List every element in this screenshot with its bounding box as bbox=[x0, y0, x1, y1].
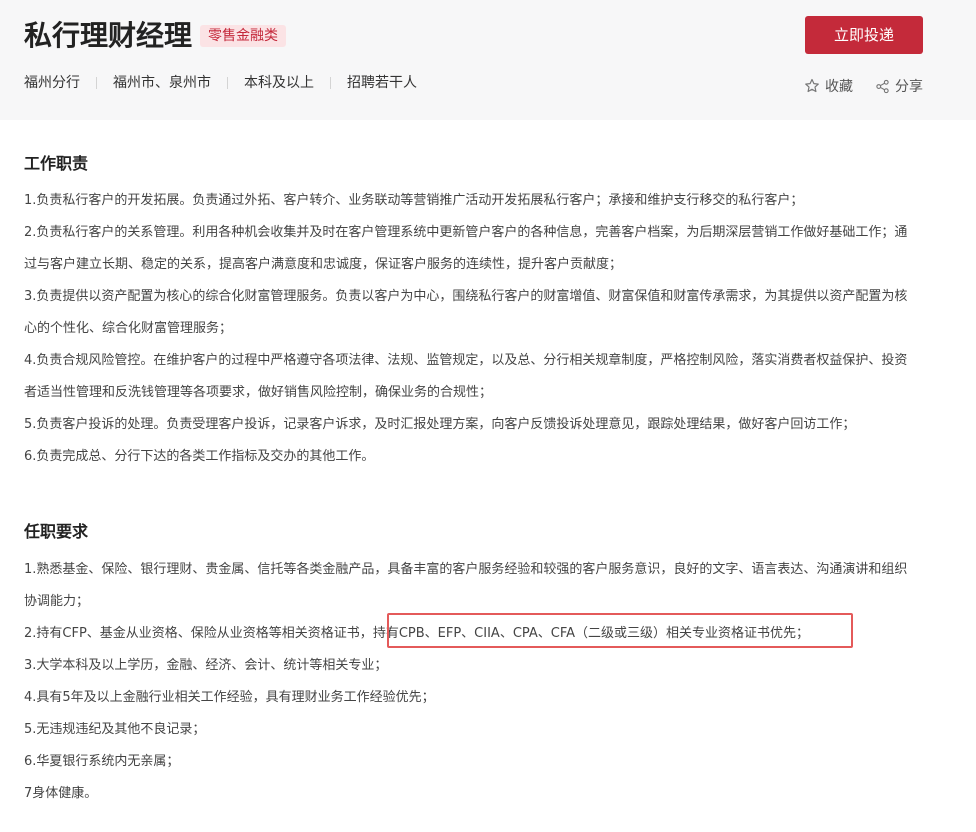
meta-divider bbox=[227, 77, 228, 89]
duty-item: 3.负责提供以资产配置为核心的综合化财富管理服务。负责以客户为中心，围绕私行客户… bbox=[24, 289, 908, 336]
star-icon bbox=[805, 78, 819, 93]
meta-location: 福州市、泉州市 bbox=[113, 75, 211, 91]
meta-divider bbox=[96, 77, 97, 89]
job-header: 私行理财经理 零售金融类 福州分行 福州市、泉州市 本科及以上 招聘若干人 立即… bbox=[0, 0, 976, 120]
requirement-item: 2.持有CFP、基金从业资格、保险从业资格等相关资格证书，持有CPB、EFP、C… bbox=[24, 618, 920, 650]
share-label: 分享 bbox=[895, 79, 923, 95]
meta-divider bbox=[330, 77, 331, 89]
title-row: 私行理财经理 零售金融类 bbox=[24, 18, 287, 54]
duty-item: 1.负责私行客户的开发拓展。负责通过外拓、客户转介、业务联动等营销推广活动开发拓… bbox=[24, 193, 804, 208]
duties-title: 工作职责 bbox=[24, 154, 89, 173]
requirement-item: 4.具有5年及以上金融行业相关工作经验，具有理财业务工作经验优先； bbox=[24, 690, 435, 705]
duties-list: 1.负责私行客户的开发拓展。负责通过外拓、客户转介、业务联动等营销推广活动开发拓… bbox=[24, 185, 920, 473]
requirements-title: 任职要求 bbox=[24, 522, 89, 541]
requirement-text: 2.持有CFP、基金从业资格、保险从业资格等相关资格证书， bbox=[24, 626, 373, 641]
requirement-item: 1.熟悉基金、保险、银行理财、贵金属、信托等各类金融产品，具备丰富的客户服务经验… bbox=[24, 562, 908, 609]
meta-education: 本科及以上 bbox=[244, 75, 314, 91]
duty-item: 2.负责私行客户的关系管理。利用各种机会收集并及时在客户管理系统中更新管户客户的… bbox=[24, 225, 908, 272]
favorite-button[interactable]: 收藏 bbox=[804, 76, 853, 96]
job-meta: 福州分行 福州市、泉州市 本科及以上 招聘若干人 bbox=[24, 73, 417, 93]
requirements-list: 1.熟悉基金、保险、银行理财、贵金属、信托等各类金融产品，具备丰富的客户服务经验… bbox=[24, 554, 920, 810]
job-title: 私行理财经理 bbox=[24, 19, 193, 52]
apply-button[interactable]: 立即投递 bbox=[805, 16, 923, 54]
duty-item: 4.负责合规风险管控。在维护客户的过程中严格遵守各项法律、法规、监管规定，以及总… bbox=[24, 353, 908, 400]
duty-item: 6.负责完成总、分行下达的各类工作指标及交办的其他工作。 bbox=[24, 449, 375, 464]
requirement-item: 6.华夏银行系统内无亲属； bbox=[24, 754, 180, 769]
duty-item: 5.负责客户投诉的处理。负责受理客户投诉，记录客户诉求，及时汇报处理方案，向客户… bbox=[24, 417, 856, 432]
highlighted-requirement: 持有CPB、EFP、CIIA、CPA、CFA（二级或三级）相关专业资格证书优先； bbox=[372, 626, 810, 641]
requirement-item: 3.大学本科及以上学历，金融、经济、会计、统计等相关专业； bbox=[24, 658, 388, 673]
requirement-item: 7身体健康。 bbox=[24, 786, 98, 801]
meta-headcount: 招聘若干人 bbox=[347, 75, 417, 91]
share-icon bbox=[876, 79, 889, 93]
share-button[interactable]: 分享 bbox=[875, 76, 923, 96]
favorite-label: 收藏 bbox=[825, 79, 853, 95]
requirement-item: 5.无违规违纪及其他不良记录； bbox=[24, 722, 206, 737]
category-badge: 零售金融类 bbox=[200, 25, 287, 47]
meta-branch: 福州分行 bbox=[24, 75, 80, 91]
